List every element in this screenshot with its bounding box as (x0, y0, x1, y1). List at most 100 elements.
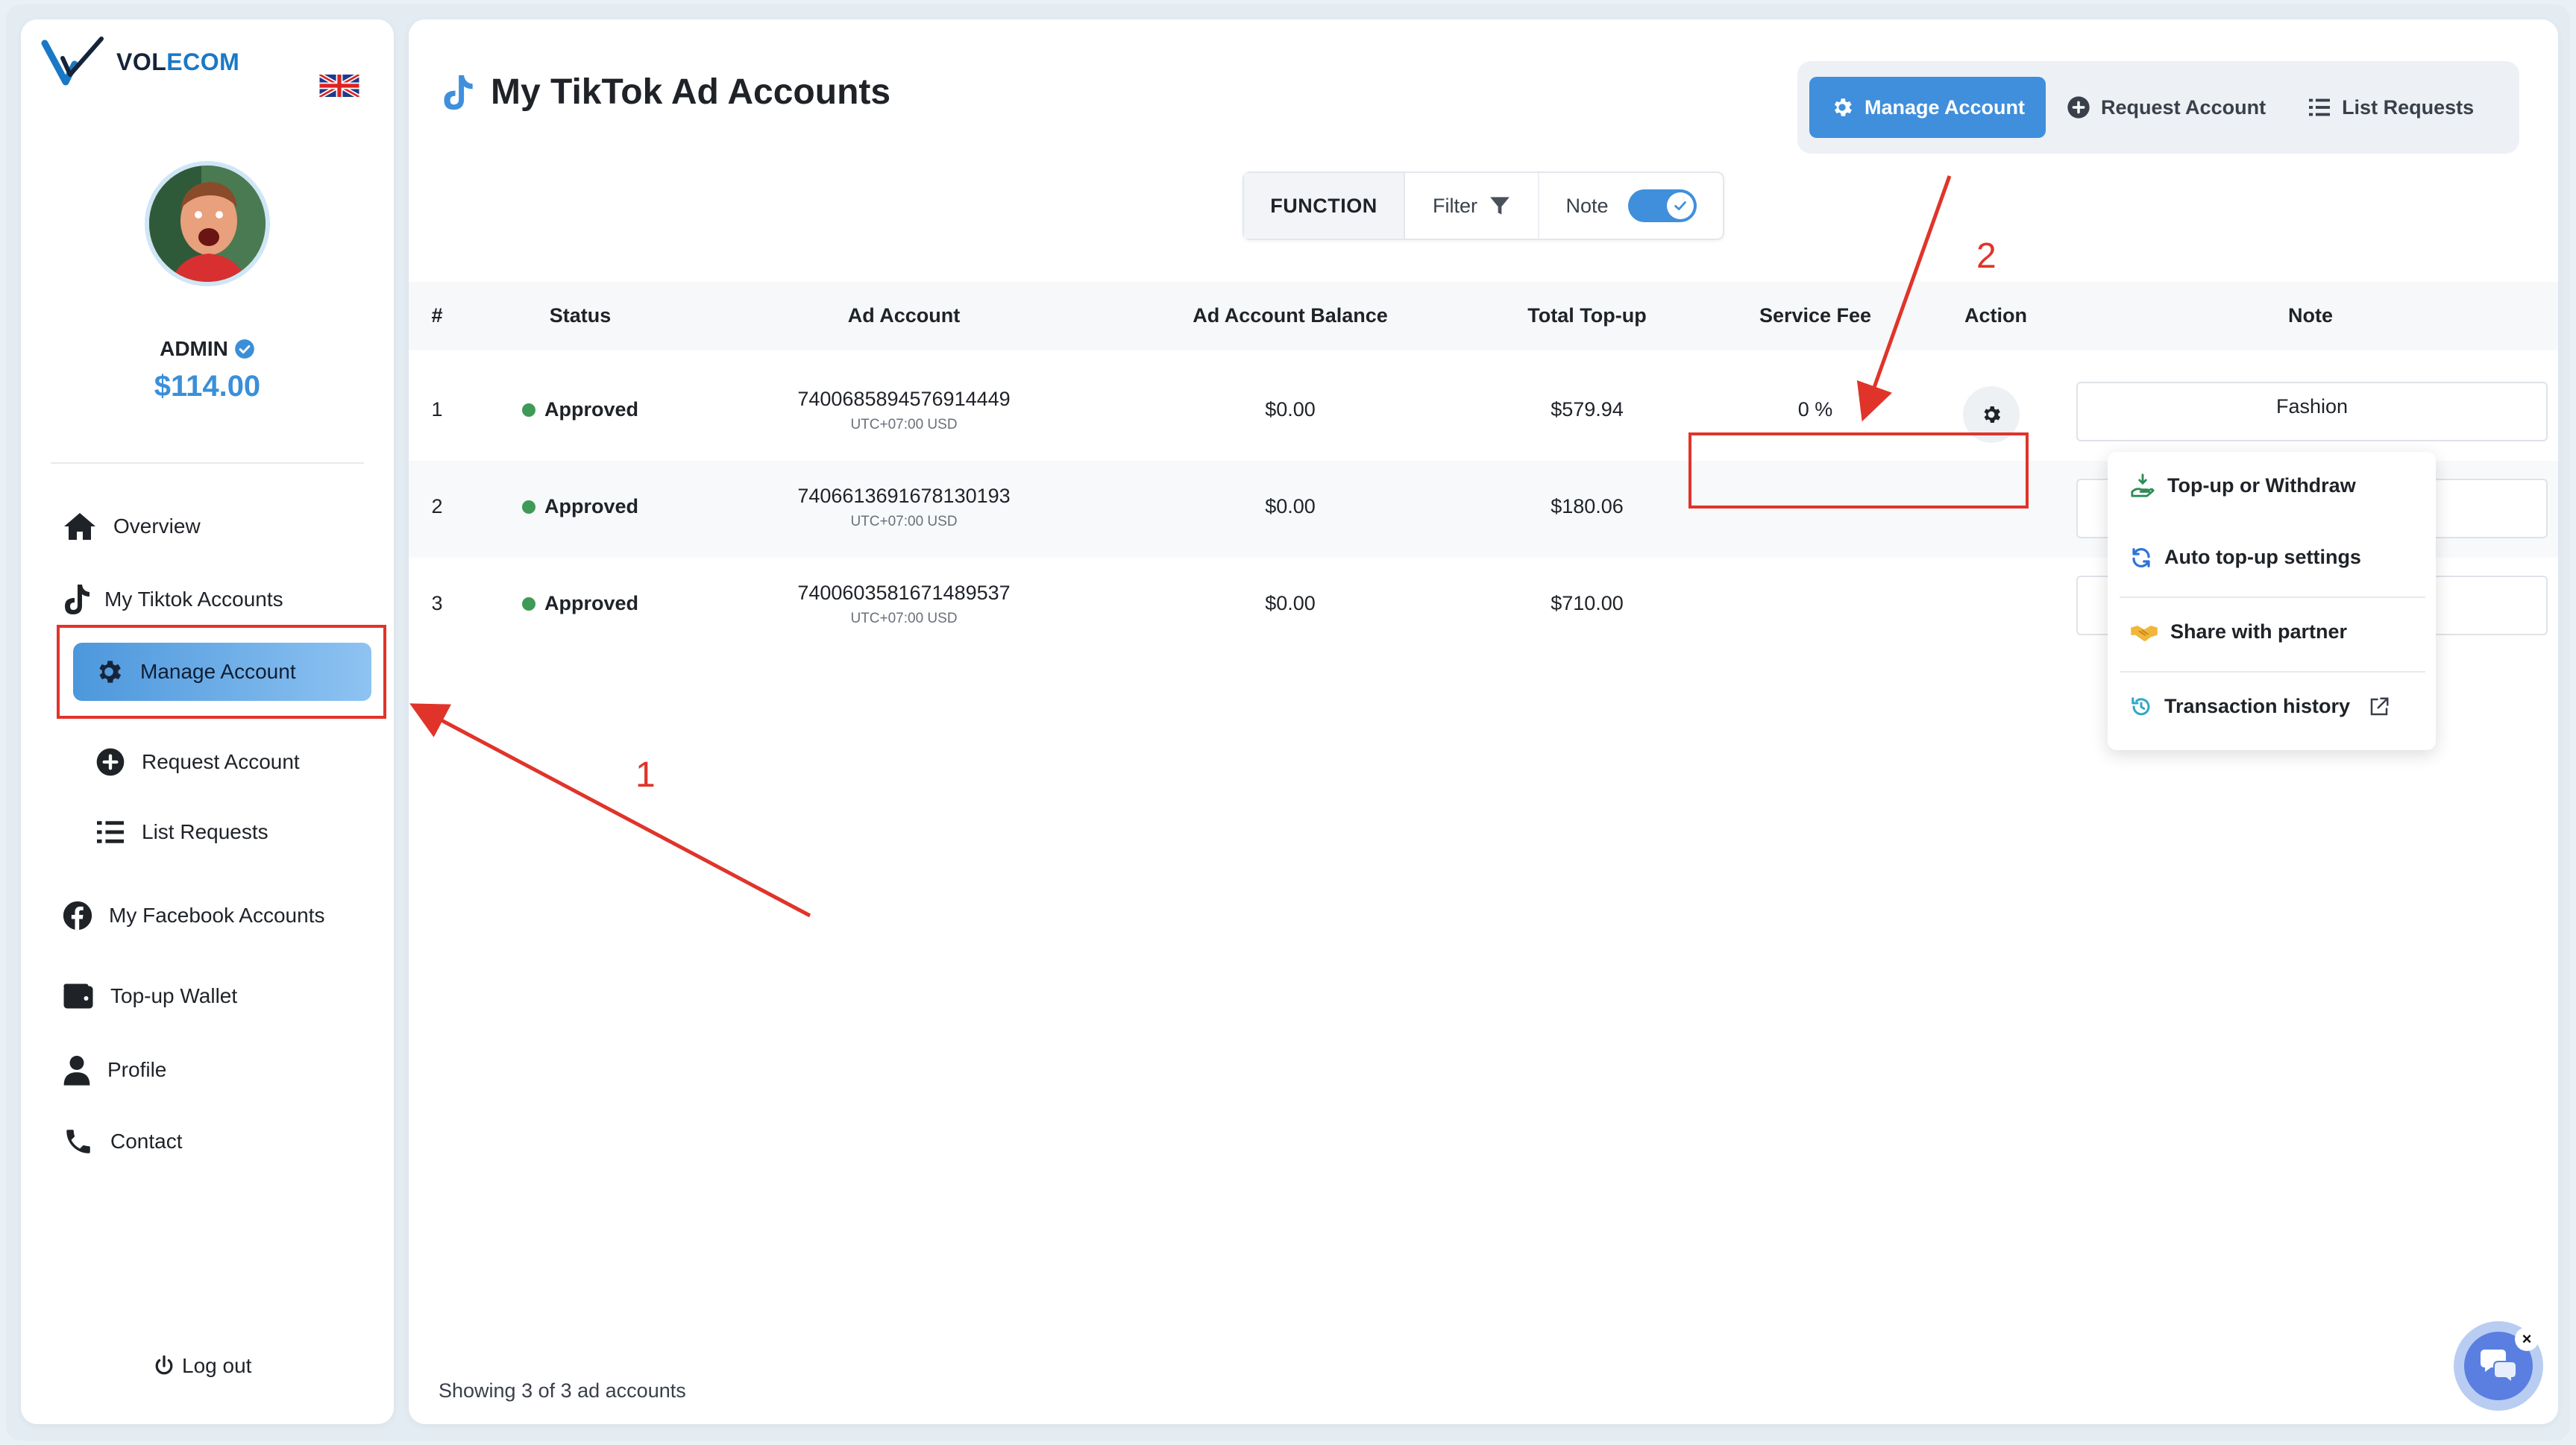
status-dot (522, 596, 535, 611)
ad-account-cell: 7400685894576914449 UTC+07:00 USD (797, 388, 1010, 433)
ad-account-balance: $0.00 (1265, 398, 1316, 421)
total-topup: $180.06 (1551, 495, 1624, 517)
column-header: # (431, 304, 443, 327)
status-badge: Approved (522, 495, 638, 518)
note-toggle-group: Note (1539, 173, 1723, 239)
refresh-icon (2132, 547, 2150, 567)
tiktok-icon (65, 585, 89, 614)
function-button[interactable]: FUNCTION (1244, 173, 1405, 239)
sidebar-item-tiktok-accounts[interactable]: My Tiktok Accounts (63, 583, 283, 616)
ad-account-id: 7400685894576914449 (797, 388, 1011, 410)
user-icon (63, 1056, 90, 1086)
list-icon (2309, 98, 2331, 116)
tab-request-account[interactable]: Request Account (2046, 77, 2287, 138)
ad-account-timezone: UTC+07:00 USD (850, 611, 958, 626)
note-toggle[interactable] (1627, 189, 1697, 222)
status-dot (522, 403, 535, 417)
sidebar-item-label: My Tiktok Accounts (104, 588, 283, 611)
verified-icon (235, 339, 254, 359)
hand-money-icon (2131, 473, 2155, 497)
phone-icon (66, 1130, 90, 1153)
filter-button[interactable]: Filter (1405, 173, 1539, 239)
annotation-highlight-topup-withdraw (1688, 432, 2029, 509)
total-topup: $710.00 (1551, 592, 1624, 614)
gear-icon (1984, 406, 2001, 423)
sidebar: VOLECOM ADMIN $114.00 Overview My Tiktok… (21, 19, 394, 1424)
menu-item-label: Top-up or Withdraw (2167, 473, 2356, 497)
annotation-number-2: 2 (1976, 236, 1997, 276)
uk-flag-icon[interactable] (319, 75, 359, 97)
avatar-photo (149, 166, 266, 282)
plus-circle-icon (96, 748, 125, 776)
ad-account-cell: 7406613691678130193 UTC+07:00 USD (797, 485, 1010, 530)
external-link-icon (2370, 697, 2389, 715)
brand-logo[interactable]: VOLECOM (40, 36, 239, 88)
tiktok-icon (444, 75, 473, 110)
wallet-balance: $114.00 (154, 370, 261, 403)
page-title-text: My TikTok Ad Accounts (491, 72, 891, 112)
chat-widget-button[interactable]: × (2454, 1321, 2543, 1411)
column-header: Action (1964, 304, 2027, 327)
menu-item-label: Share with partner (2170, 620, 2348, 643)
power-icon (155, 1355, 173, 1375)
sidebar-item-label: List Requests (142, 820, 268, 843)
column-header: Note (2288, 304, 2333, 327)
sidebar-item-label: My Facebook Accounts (109, 904, 325, 927)
menu-item-auto-topup[interactable]: Auto top-up settings (2130, 546, 2361, 569)
table-header: # Status Ad Account Ad Account Balance T… (409, 282, 2558, 350)
sidebar-item-profile[interactable]: Profile (63, 1054, 166, 1086)
filter-label: Filter (1433, 194, 1477, 217)
history-icon (2132, 696, 2150, 715)
status-label: Approved (544, 592, 639, 614)
sidebar-item-label: Contact (110, 1130, 183, 1153)
sidebar-item-facebook-accounts[interactable]: My Facebook Accounts (63, 901, 324, 931)
ad-account-cell: 7400603581671489537 UTC+07:00 USD (797, 582, 1010, 627)
table-footer: Showing 3 of 3 ad accounts (439, 1379, 686, 1402)
wallet-icon (63, 983, 93, 1009)
sidebar-item-label: Top-up Wallet (110, 984, 238, 1007)
column-header: Total Top-up (1527, 304, 1647, 327)
total-topup: $579.94 (1551, 398, 1624, 421)
sidebar-item-topup-wallet[interactable]: Top-up Wallet (63, 983, 237, 1010)
tab-label: Request Account (2101, 95, 2266, 119)
menu-item-label: Auto top-up settings (2164, 546, 2361, 568)
logout-button[interactable]: Log out (154, 1354, 251, 1378)
tab-list-requests[interactable]: List Requests (2287, 77, 2495, 138)
menu-item-transaction-history[interactable]: Transaction history (2130, 695, 2390, 718)
row-index: 1 (431, 398, 443, 421)
table-row: 1 Approved 7400685894576914449 UTC+07:00… (409, 364, 2558, 461)
sidebar-item-request-account[interactable]: Request Account (95, 747, 300, 777)
status-label: Approved (544, 398, 639, 421)
note-label: Note (1565, 194, 1609, 217)
menu-item-share-partner[interactable]: Share with partner (2130, 620, 2347, 643)
ad-account-id: 7400603581671489537 (797, 582, 1011, 604)
sidebar-item-overview[interactable]: Overview (63, 511, 201, 541)
sidebar-item-label: Request Account (142, 750, 300, 773)
check-icon (1674, 201, 1686, 210)
ad-account-balance: $0.00 (1265, 495, 1316, 517)
sidebar-item-list-requests[interactable]: List Requests (95, 819, 268, 846)
ad-account-id: 7406613691678130193 (797, 485, 1011, 507)
menu-item-label: Transaction history (2164, 695, 2351, 717)
status-badge: Approved (522, 592, 638, 615)
row-index: 3 (431, 592, 443, 614)
volecom-logo-icon (41, 37, 104, 86)
menu-item-topup-withdraw[interactable]: Top-up or Withdraw (2130, 473, 2356, 498)
column-header: Status (549, 304, 612, 327)
list-icon (97, 821, 124, 843)
plus-circle-icon (2067, 96, 2090, 119)
tab-manage-account[interactable]: Manage Account (1809, 77, 2046, 138)
brand-name: VOLECOM (116, 48, 240, 75)
row-index: 2 (431, 495, 443, 517)
chat-close-button[interactable]: × (2515, 1327, 2539, 1351)
menu-divider (2120, 596, 2425, 598)
gear-icon (1834, 98, 1852, 116)
chat-icon (2481, 1350, 2517, 1384)
column-header: Service Fee (1759, 304, 1872, 327)
main-panel: My TikTok Ad Accounts Manage Account Req… (409, 19, 2558, 1424)
avatar[interactable] (145, 161, 270, 286)
tab-label: Manage Account (1865, 95, 2026, 119)
status-dot (522, 500, 535, 514)
note-input[interactable] (2076, 382, 2548, 441)
sidebar-item-contact[interactable]: Contact (63, 1126, 183, 1157)
